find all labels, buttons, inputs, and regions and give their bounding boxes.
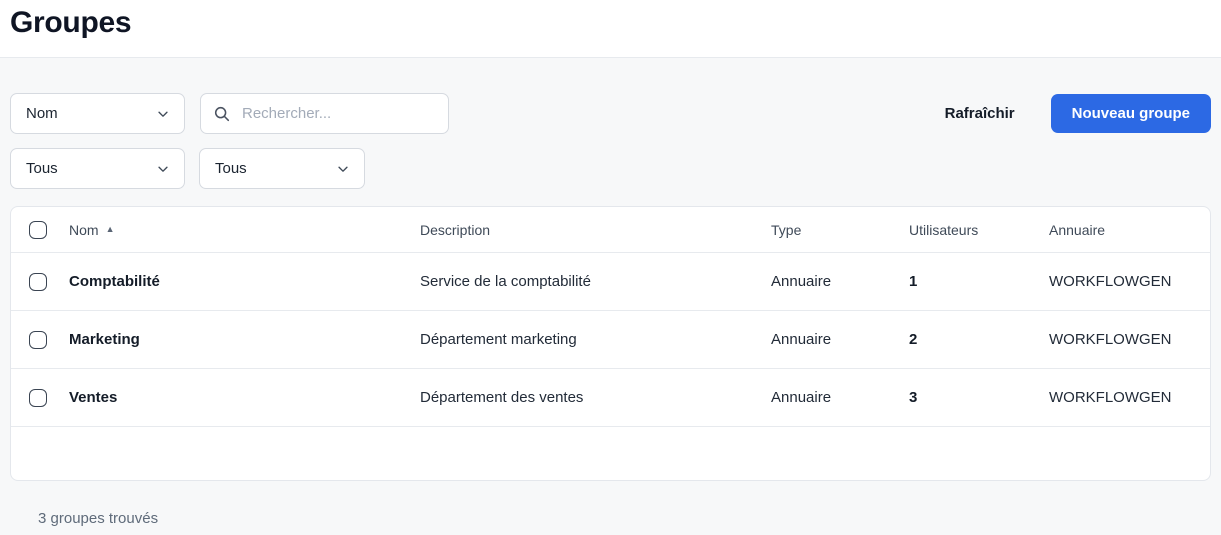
- group-type: Annuaire: [771, 273, 909, 290]
- table-empty-space: [11, 427, 1210, 480]
- group-description: Service de la comptabilité: [420, 273, 771, 290]
- group-users-count: 3: [909, 389, 1049, 406]
- filter-select-1[interactable]: Tous: [10, 148, 185, 189]
- page-header: Groupes: [0, 0, 1221, 58]
- search-icon: [213, 105, 231, 123]
- refresh-button[interactable]: Rafraîchir: [931, 97, 1029, 130]
- group-type: Annuaire: [771, 389, 909, 406]
- header-checkbox-cell: [11, 221, 69, 239]
- chevron-down-icon: [156, 107, 170, 121]
- group-users-count: 1: [909, 273, 1049, 290]
- select-all-checkbox[interactable]: [29, 221, 47, 239]
- column-header-name[interactable]: Nom ▲: [69, 222, 420, 238]
- column-header-type[interactable]: Type: [771, 222, 909, 238]
- row-checkbox-cell: [11, 331, 69, 349]
- group-directory: WORKFLOWGEN: [1049, 389, 1210, 406]
- sort-ascending-icon: ▲: [106, 225, 115, 234]
- table-header-row: Nom ▲ Description Type Utilisateurs Annu…: [11, 207, 1210, 253]
- group-name[interactable]: Marketing: [69, 331, 420, 348]
- row-checkbox-cell: [11, 273, 69, 291]
- table-row[interactable]: Marketing Département marketing Annuaire…: [11, 311, 1210, 369]
- column-header-description[interactable]: Description: [420, 222, 771, 238]
- row-checkbox[interactable]: [29, 273, 47, 291]
- toolbar-row-1: Nom Rafraîchir Nouveau groupe: [10, 93, 1211, 134]
- column-header-name-label: Nom: [69, 222, 99, 238]
- group-description: Département marketing: [420, 331, 771, 348]
- sort-field-select[interactable]: Nom: [10, 93, 185, 134]
- row-checkbox[interactable]: [29, 389, 47, 407]
- column-header-directory[interactable]: Annuaire: [1049, 222, 1210, 238]
- column-header-users[interactable]: Utilisateurs: [909, 222, 1049, 238]
- search-input[interactable]: [200, 93, 449, 134]
- filter-select-2[interactable]: Tous: [199, 148, 365, 189]
- results-count: 3 groupes trouvés: [38, 510, 1201, 527]
- group-description: Département des ventes: [420, 389, 771, 406]
- chevron-down-icon: [156, 162, 170, 176]
- group-directory: WORKFLOWGEN: [1049, 331, 1210, 348]
- new-group-button[interactable]: Nouveau groupe: [1051, 94, 1211, 133]
- group-name[interactable]: Comptabilité: [69, 273, 420, 290]
- row-checkbox-cell: [11, 389, 69, 407]
- main-content: Nom Rafraîchir Nouveau groupe Tous Tous: [0, 93, 1221, 527]
- page-title: Groupes: [10, 3, 131, 43]
- row-checkbox[interactable]: [29, 331, 47, 349]
- chevron-down-icon: [336, 162, 350, 176]
- group-directory: WORKFLOWGEN: [1049, 273, 1210, 290]
- group-name[interactable]: Ventes: [69, 389, 420, 406]
- group-users-count: 2: [909, 331, 1049, 348]
- table-row[interactable]: Ventes Département des ventes Annuaire 3…: [11, 369, 1210, 427]
- search-field-wrap: [200, 93, 449, 134]
- sort-field-select-value: Nom: [26, 105, 58, 122]
- filter-select-1-value: Tous: [26, 160, 58, 177]
- filter-select-2-value: Tous: [215, 160, 247, 177]
- groups-table: Nom ▲ Description Type Utilisateurs Annu…: [10, 206, 1211, 481]
- group-type: Annuaire: [771, 331, 909, 348]
- table-row[interactable]: Comptabilité Service de la comptabilité …: [11, 253, 1210, 311]
- toolbar-row-2: Tous Tous: [10, 148, 1211, 189]
